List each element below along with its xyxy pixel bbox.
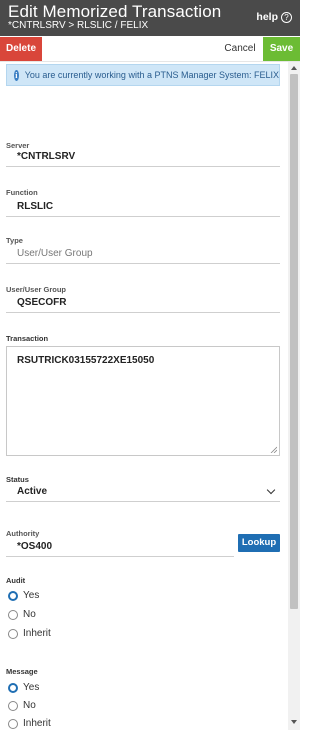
radio-label: No [23,700,36,711]
radio-unchecked-icon [8,628,18,639]
user-group-value: QSECOFR [6,297,280,313]
radio-unchecked-icon [8,700,18,711]
scroll-up-icon[interactable] [291,66,297,70]
transaction-text: RSUTRICK03155722XE15050 [17,355,155,366]
function-value: RLSLIC [6,201,280,217]
authority-input[interactable]: *OS400 [6,541,234,557]
message-option-inherit[interactable]: Inherit [8,718,51,729]
status-value: Active [17,486,48,497]
function-label: Function [6,188,38,197]
scroll-down-icon[interactable] [291,720,297,724]
help-label: help [256,11,278,23]
radio-label: Inherit [23,628,51,639]
radio-unchecked-icon [8,718,18,729]
transaction-textarea[interactable]: RSUTRICK03155722XE15050 [6,346,280,456]
status-select[interactable]: Active [6,485,280,502]
audit-option-inherit[interactable]: Inherit [8,628,51,639]
message-option-no[interactable]: No [8,700,36,711]
radio-checked-icon [8,590,18,601]
radio-label: No [23,609,36,620]
server-value: *CNTRLSRV [6,151,280,167]
radio-checked-icon [8,682,18,693]
page-title: Edit Memorized Transaction [8,2,222,21]
help-link[interactable]: help ? [256,11,292,23]
toolbar: Delete Cancel Save [0,36,300,62]
delete-button[interactable]: Delete [0,37,42,61]
lookup-button[interactable]: Lookup [238,534,280,552]
radio-label: Inherit [23,718,51,729]
page-header: Edit Memorized Transaction *CNTRLSRV > R… [0,0,300,36]
audit-option-yes[interactable]: Yes [8,590,39,601]
scroll-thumb[interactable] [290,74,298,609]
transaction-label: Transaction [6,334,49,343]
chevron-down-icon [266,485,276,495]
type-value: User/User Group [6,248,280,264]
cancel-button[interactable]: Cancel [219,37,261,61]
radio-label: Yes [23,590,40,601]
scrollbar[interactable] [288,62,300,730]
save-button[interactable]: Save [263,37,300,61]
info-text: You are currently working with a PTNS Ma… [24,70,279,80]
breadcrumb: *CNTRLSRV > RLSLIC / FELIX [8,20,149,31]
message-label: Message [6,667,38,676]
info-icon: i [14,69,19,81]
info-banner: i You are currently working with a PTNS … [6,64,280,86]
question-circle-icon: ? [281,11,292,23]
form-content: i You are currently working with a PTNS … [0,62,288,730]
status-label: Status [6,475,29,484]
authority-label: Authority [6,529,40,538]
radio-unchecked-icon [8,609,18,620]
radio-label: Yes [23,682,40,693]
type-label: Type [6,236,23,245]
audit-option-no[interactable]: No [8,609,36,620]
resize-grip-icon[interactable] [270,446,277,453]
message-option-yes[interactable]: Yes [8,682,39,693]
user-group-label: User/User Group [6,285,67,294]
audit-label: Audit [6,576,26,585]
server-label: Server [6,141,30,150]
